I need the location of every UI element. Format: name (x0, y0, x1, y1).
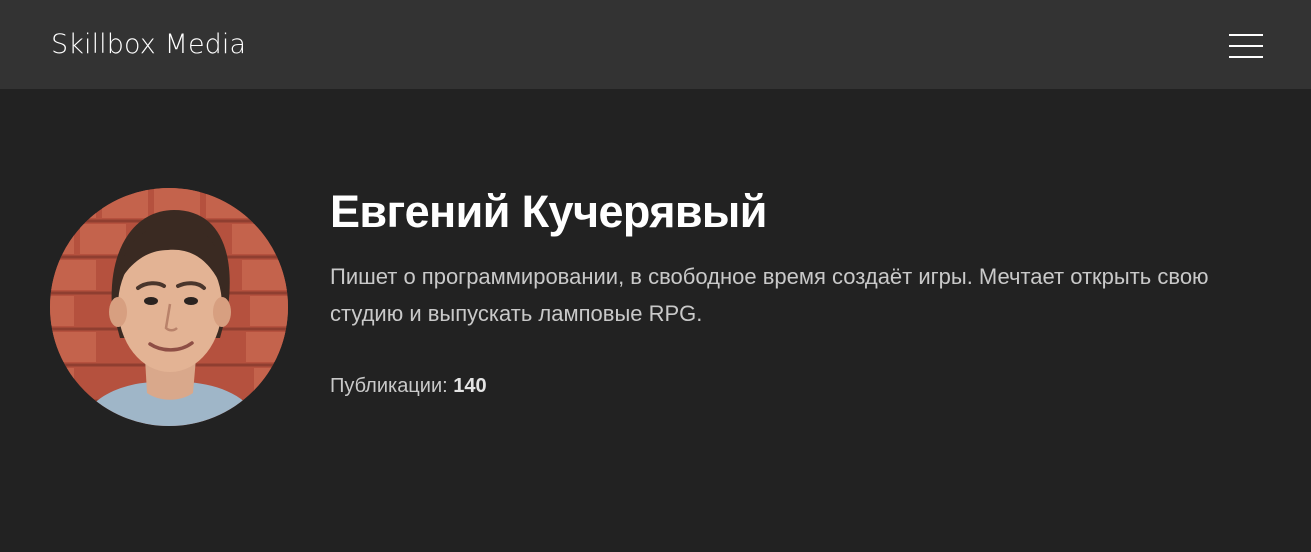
site-logo[interactable]: Skillbox Media (51, 26, 246, 64)
publications-label: Публикации: (330, 375, 448, 397)
menu-button[interactable] (1221, 24, 1271, 66)
publications-number: 140 (453, 375, 487, 397)
top-header: Skillbox Media (0, 0, 1311, 89)
hamburger-menu-icon (1229, 34, 1263, 58)
author-bio: Пишет о программировании, в свободное вр… (330, 264, 1209, 326)
publications-count: Публикации: 140 (330, 371, 487, 401)
author-name: Евгений Кучерявый (330, 186, 767, 237)
author-avatar (50, 188, 288, 426)
author-profile: Евгений Кучерявый Пишет о программирован… (0, 89, 1311, 552)
